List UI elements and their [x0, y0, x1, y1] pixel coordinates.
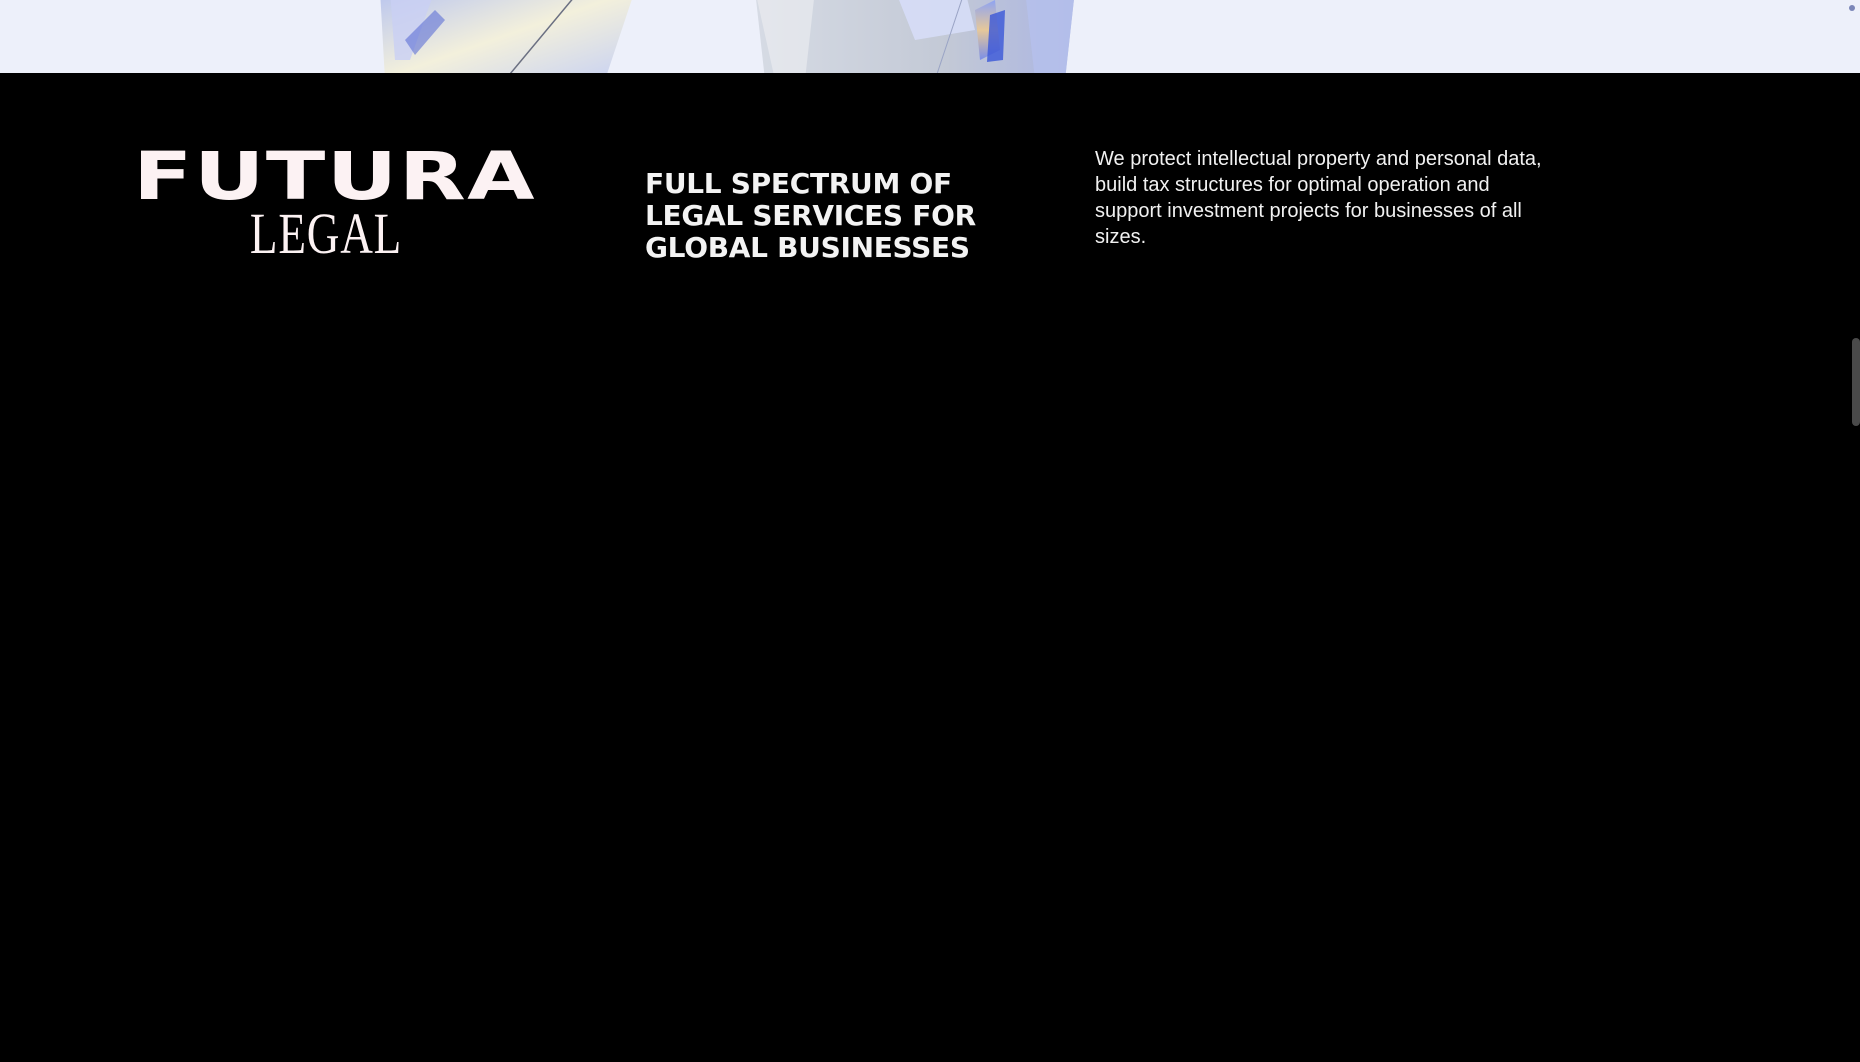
footer-section: FUTURA LEGAL FULL SPECTRUM OF LEGAL SERV… — [0, 73, 1860, 1062]
footer-description: We protect intellectual property and per… — [1095, 148, 1542, 248]
scrollbar-thumb[interactable] — [1852, 338, 1860, 426]
hero-strip — [0, 0, 1860, 73]
futura-legal-logo[interactable]: FUTURA LEGAL — [133, 144, 535, 266]
logo-wordmark-bottom: LEGAL — [249, 201, 403, 266]
footer-tagline: FULL SPECTRUM OF LEGAL SERVICES FOR GLOB… — [645, 167, 976, 265]
glass-prism-art-icon — [380, 0, 1074, 73]
page: FUTURA LEGAL FULL SPECTRUM OF LEGAL SERV… — [0, 0, 1860, 1062]
page-scrollbar[interactable] — [1850, 0, 1860, 1062]
